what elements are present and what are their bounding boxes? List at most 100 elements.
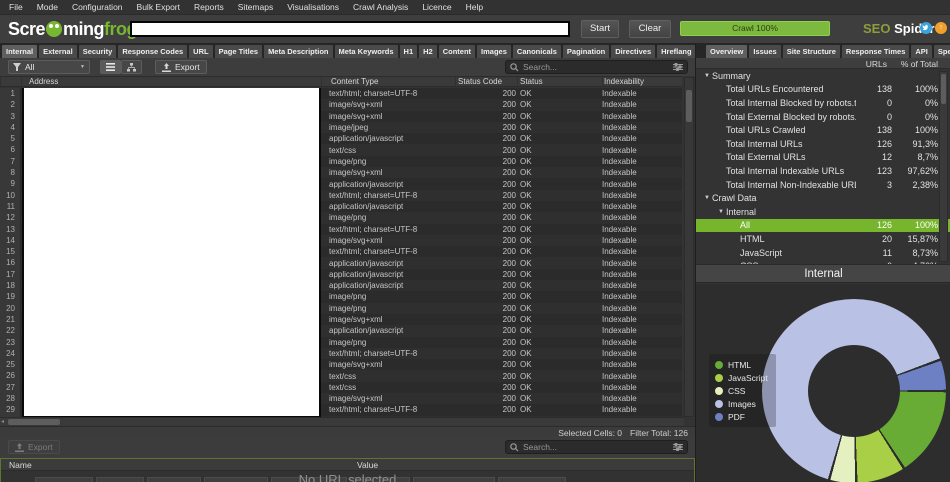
row-number: 8: [0, 167, 21, 178]
scrollbar-thumb[interactable]: [686, 90, 692, 122]
urls-column-header[interactable]: URLs: [866, 59, 887, 69]
scroll-left-icon[interactable]: ◂: [1, 418, 4, 426]
tab-internal[interactable]: Internal: [2, 45, 37, 58]
overview-urls-value: 11: [856, 248, 892, 258]
overview-row-all[interactable]: All126100%: [696, 219, 950, 233]
tab-hreflang[interactable]: Hreflang: [657, 45, 695, 58]
overview-row-html[interactable]: HTML2015,87%: [696, 232, 950, 246]
tab-canonicals[interactable]: Canonicals: [513, 45, 561, 58]
overview-row-internal[interactable]: ▼Internal: [696, 205, 950, 219]
export-button[interactable]: Export: [155, 60, 207, 74]
tree-view-button[interactable]: [121, 60, 142, 74]
menu-configuration[interactable]: Configuration: [65, 0, 130, 15]
side-tab-site-structure[interactable]: Site Structure: [783, 45, 840, 58]
side-tab-api[interactable]: API: [911, 45, 932, 58]
table-vertical-scrollbar[interactable]: [684, 77, 694, 417]
status-cell: OK: [516, 259, 601, 268]
tab-h1[interactable]: H1: [400, 45, 418, 58]
menu-licence[interactable]: Licence: [415, 0, 458, 15]
menu-reports[interactable]: Reports: [187, 0, 231, 15]
overview-row-crawl-data[interactable]: ▼Crawl Data: [696, 191, 950, 205]
indexability-cell: Indexable: [601, 168, 681, 177]
status-code-column-header[interactable]: Status Code: [455, 77, 517, 86]
brand-seo: SEO: [863, 21, 890, 36]
start-button[interactable]: Start: [581, 20, 619, 38]
menu-file[interactable]: File: [2, 0, 30, 15]
content-type-column-header[interactable]: Content Type: [321, 77, 455, 86]
tab-url[interactable]: URL: [189, 45, 212, 58]
search-options-icon[interactable]: [673, 443, 683, 451]
menu-mode[interactable]: Mode: [30, 0, 65, 15]
bottom-search-input[interactable]: [523, 442, 669, 452]
tab-directives[interactable]: Directives: [611, 45, 655, 58]
name-column-header[interactable]: Name: [9, 460, 32, 470]
overview-row-total-internal-non-indexable-urls[interactable]: Total Internal Non-Indexable URLs32,38%: [696, 178, 950, 192]
value-column-header[interactable]: Value: [357, 460, 378, 470]
overview-row-total-internal-indexable-urls[interactable]: Total Internal Indexable URLs12397,62%: [696, 164, 950, 178]
tab-h2[interactable]: H2: [419, 45, 437, 58]
overview-row-summary[interactable]: ▼Summary: [696, 69, 950, 83]
tab-page-titles[interactable]: Page Titles: [215, 45, 262, 58]
url-input[interactable]: [130, 21, 570, 37]
expand-arrow-icon[interactable]: ▼: [702, 195, 712, 201]
tab-security[interactable]: Security: [79, 45, 117, 58]
expand-arrow-icon[interactable]: ▼: [702, 73, 712, 79]
status-column-header[interactable]: Status: [517, 77, 602, 86]
menu-bulk-export[interactable]: Bulk Export: [130, 0, 187, 15]
filter-dropdown[interactable]: All ▼: [8, 60, 90, 74]
indexability-column-header[interactable]: Indexability: [602, 77, 682, 86]
overview-label: Total URLs Crawled: [726, 125, 856, 135]
overview-row-total-urls-crawled[interactable]: Total URLs Crawled138100%: [696, 123, 950, 137]
overview-row-total-internal-urls[interactable]: Total Internal URLs12691,3%: [696, 137, 950, 151]
tab-external[interactable]: External: [39, 45, 77, 58]
tab-meta-description[interactable]: Meta Description: [264, 45, 332, 58]
menu-visualisations[interactable]: Visualisations: [280, 0, 346, 15]
status-cell: OK: [516, 394, 601, 403]
menu-sitemaps[interactable]: Sitemaps: [231, 0, 280, 15]
scrollbar-thumb[interactable]: [941, 74, 946, 104]
content-type-cell: image/svg+xml: [320, 100, 454, 109]
tree-view-icon: [127, 63, 136, 72]
tab-pagination[interactable]: Pagination: [563, 45, 609, 58]
overview-row-total-internal-blocked-by-robots-txt[interactable]: Total Internal Blocked by robots.txt00%: [696, 96, 950, 110]
tab-meta-keywords[interactable]: Meta Keywords: [335, 45, 398, 58]
search-input[interactable]: [523, 62, 669, 72]
bottom-search[interactable]: [505, 440, 688, 454]
side-tab-issues[interactable]: Issues: [749, 45, 780, 58]
tab-images[interactable]: Images: [477, 45, 511, 58]
status-cell: OK: [516, 292, 601, 301]
tab-response-codes[interactable]: Response Codes: [118, 45, 187, 58]
expand-arrow-icon[interactable]: ▼: [716, 209, 726, 215]
pct-column-header[interactable]: % of Total: [901, 59, 938, 69]
overview-urls-value: 123: [856, 166, 892, 176]
frog-badge-icon[interactable]: ↑: [935, 22, 947, 34]
side-tab-overview[interactable]: Overview: [706, 45, 747, 58]
clear-button[interactable]: Clear: [629, 20, 671, 38]
overview-row-total-urls-encountered[interactable]: Total URLs Encountered138100%: [696, 83, 950, 97]
table-horizontal-scrollbar[interactable]: ◂: [0, 417, 684, 426]
scrollbar-thumb[interactable]: [8, 419, 60, 425]
table-search[interactable]: [505, 60, 688, 74]
overview-row-total-external-blocked-by-robots-txt[interactable]: Total External Blocked by robots.txt00%: [696, 110, 950, 124]
status-cell: OK: [516, 213, 601, 222]
address-column-header[interactable]: Address: [21, 77, 321, 86]
menu-help[interactable]: Help: [459, 0, 490, 15]
detail-body: No URL selected: [1, 471, 694, 482]
overview-label: Total External Blocked by robots.txt: [726, 112, 856, 122]
side-tab-spelli[interactable]: Spelli: [934, 45, 950, 58]
bottom-export-button[interactable]: Export: [8, 440, 60, 454]
overview-scrollbar[interactable]: [939, 71, 948, 262]
side-tab-response-times[interactable]: Response Times: [842, 45, 909, 58]
tab-content[interactable]: Content: [439, 45, 475, 58]
overview-row-total-external-urls[interactable]: Total External URLs128,7%: [696, 151, 950, 165]
twitter-icon[interactable]: [920, 22, 932, 34]
content-type-cell: image/svg+xml: [320, 168, 454, 177]
overview-label: All: [740, 220, 856, 230]
row-number: 2: [0, 99, 21, 110]
row-number: 11: [0, 201, 21, 212]
overview-row-javascript[interactable]: JavaScript118,73%: [696, 246, 950, 260]
menu-crawl-analysis[interactable]: Crawl Analysis: [346, 0, 415, 15]
list-view-button[interactable]: [100, 60, 121, 74]
search-options-icon[interactable]: [673, 63, 683, 71]
status-cell: OK: [516, 405, 601, 414]
